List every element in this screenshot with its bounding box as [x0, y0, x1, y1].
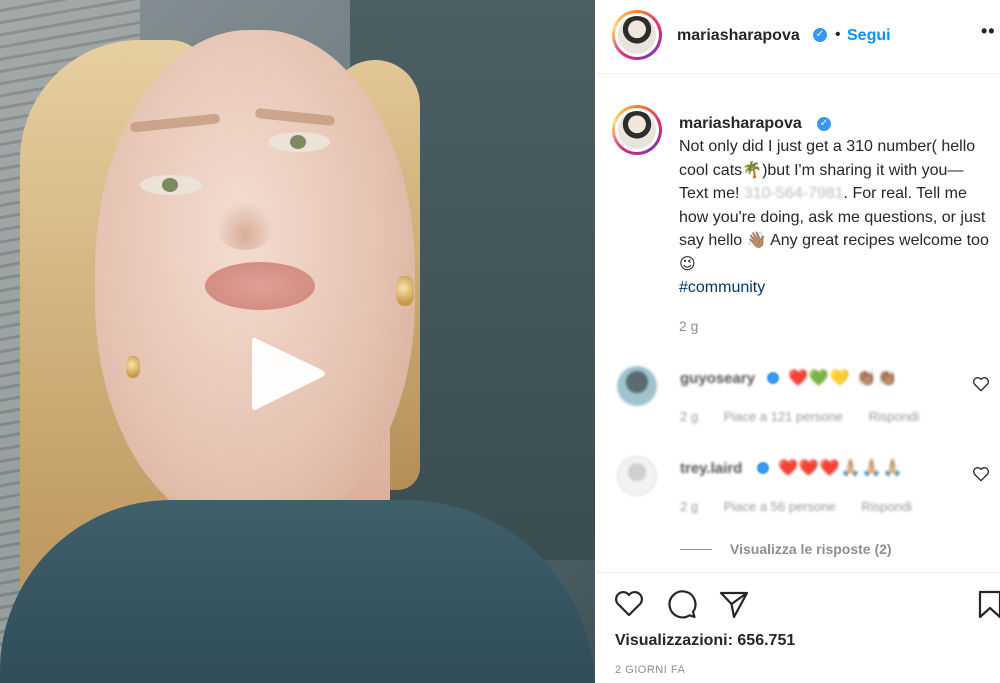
like-heart-icon[interactable]	[612, 587, 646, 621]
comment-timestamp[interactable]: 2 g	[680, 499, 698, 514]
follow-button[interactable]: Segui	[847, 27, 891, 45]
verified-badge-icon: ✓	[817, 117, 831, 131]
verified-badge-icon	[767, 372, 779, 384]
like-comment-heart-icon[interactable]	[971, 464, 991, 484]
save-bookmark-icon[interactable]	[975, 587, 1000, 621]
commenter-avatar[interactable]	[617, 456, 657, 496]
comment-item: guyoseary ❤️💚💛 👏🏽👏🏽 2 g Piace a 121 pers…	[595, 366, 1000, 446]
caption-timestamp[interactable]: 2 g	[679, 318, 698, 334]
play-icon[interactable]	[248, 332, 328, 416]
share-send-icon[interactable]	[717, 587, 751, 621]
comment-meta: 2 g Piace a 121 persone Rispondi	[680, 409, 941, 424]
comment-likes[interactable]: Piace a 121 persone	[724, 409, 843, 424]
comment-reply-button[interactable]: Rispondi	[861, 499, 912, 514]
comment-icon[interactable]	[665, 587, 699, 621]
comment-likes[interactable]: Piace a 56 persone	[724, 499, 836, 514]
caption-phone-number: 310-564-7981	[743, 185, 844, 202]
more-options-icon[interactable]: ••	[981, 21, 996, 42]
comment-item: trey.laird ❤️❤️❤️🙏🏼🙏🏼🙏🏼 2 g Piace a 56 p…	[595, 456, 1000, 536]
video-subject-earring	[396, 276, 414, 306]
hashtag-link[interactable]: #community	[679, 276, 989, 300]
video-subject-earring	[126, 356, 140, 378]
post-side-panel: mariasharapova ✓ • Segui •• mariasharapo…	[595, 0, 1000, 683]
like-comment-heart-icon[interactable]	[971, 374, 991, 394]
avatar-image	[618, 16, 656, 54]
author-username[interactable]: mariasharapova	[677, 27, 800, 45]
comment-text: ❤️💚💛 👏🏽👏🏽	[788, 370, 899, 387]
header-separator: •	[835, 26, 841, 43]
commenter-username[interactable]: trey.laird	[680, 460, 742, 477]
video-subject-nose	[215, 200, 275, 250]
video-subject-eye	[268, 132, 330, 152]
view-count[interactable]: Visualizzazioni: 656.751	[615, 632, 795, 650]
video-subject-lips	[205, 262, 315, 310]
avatar-image	[618, 111, 656, 149]
comment-reply-button[interactable]: Rispondi	[869, 409, 920, 424]
commenter-username[interactable]: guyoseary	[680, 370, 755, 387]
comment-text: ❤️❤️❤️🙏🏼🙏🏼🙏🏼	[778, 460, 904, 477]
post-date[interactable]: 2 GIORNI FA	[615, 664, 685, 676]
caption-author-avatar[interactable]	[612, 105, 662, 155]
caption-text: Not only did I just get a 310 number( he…	[679, 135, 989, 300]
commenter-avatar[interactable]	[617, 366, 657, 406]
post-header: mariasharapova ✓ • Segui ••	[595, 0, 1000, 74]
caption-username[interactable]: mariasharapova	[679, 115, 802, 133]
verified-badge-icon: ✓	[813, 28, 827, 42]
replies-divider	[680, 549, 712, 550]
author-avatar[interactable]	[612, 10, 662, 60]
post-video[interactable]	[0, 0, 595, 683]
instagram-post-window: mariasharapova ✓ • Segui •• mariasharapo…	[0, 0, 1000, 683]
view-replies-button[interactable]: Visualizza le risposte (2)	[680, 541, 892, 557]
comment-meta: 2 g Piace a 56 persone Rispondi	[680, 499, 934, 514]
verified-badge-icon	[757, 462, 769, 474]
comment-timestamp[interactable]: 2 g	[680, 409, 698, 424]
video-subject-eye	[140, 175, 202, 195]
post-actions: Visualizzazioni: 656.751 2 GIORNI FA	[595, 572, 1000, 683]
view-replies-label: Visualizza le risposte (2)	[730, 541, 892, 557]
